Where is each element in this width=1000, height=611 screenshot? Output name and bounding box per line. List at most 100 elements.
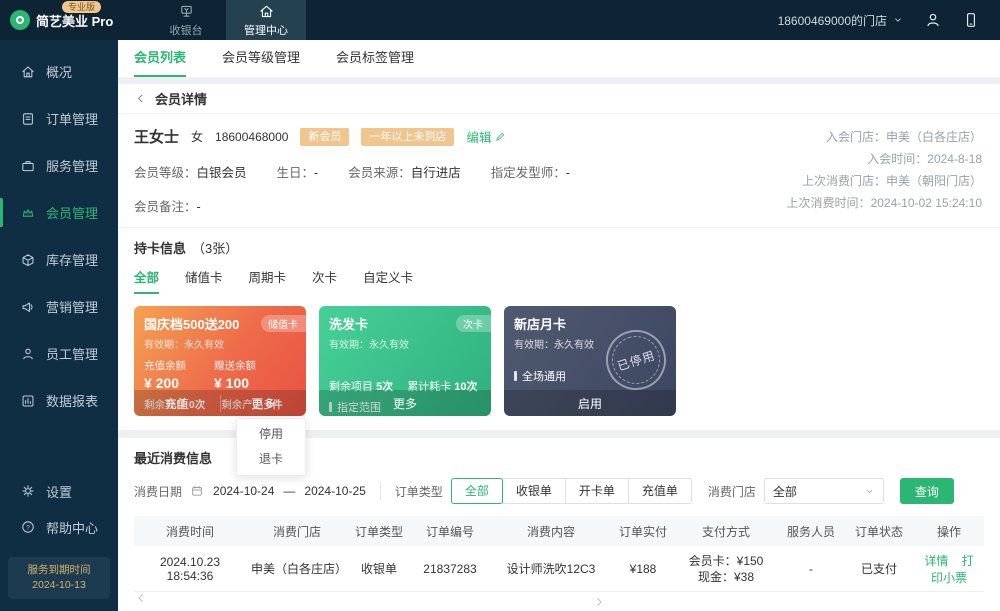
consumption-filters: 消费日期 2024-10-24 — 2024-10-25 订单类型 全部 收银单… <box>134 478 984 504</box>
mobile-app-button[interactable] <box>962 11 980 29</box>
order-type-all[interactable]: 全部 <box>451 478 503 504</box>
topbar: 简艺美业 Pro 专业版 收银台 管理中心 18600469000的门店 <box>0 0 1000 40</box>
store-selector[interactable]: 18600469000的门店 <box>778 12 904 29</box>
card-tab-count[interactable]: 次卡 <box>312 267 337 294</box>
store-info-line: 入会门店：申美（白各庄店） <box>787 126 982 148</box>
store-info-line: 上次消费时间：2024-10-02 15:24:10 <box>787 192 982 214</box>
app-logo-icon <box>10 10 30 30</box>
tab-member-labels[interactable]: 会员标签管理 <box>336 47 414 77</box>
menu-item-disable[interactable]: 停用 <box>237 422 305 447</box>
date-to[interactable]: 2024-10-25 <box>304 484 365 498</box>
cell-status: 已支付 <box>844 560 914 577</box>
enable-button[interactable]: 启用 <box>504 395 676 412</box>
cell-order-no: 21837283 <box>410 562 490 576</box>
app-window: 简艺美业 Pro 专业版 收银台 管理中心 18600469000的门店 <box>0 0 1000 611</box>
edition-badge: 专业版 <box>62 1 101 13</box>
service-expiry-date: 2024-10-13 <box>10 578 108 593</box>
chevron-down-icon <box>892 14 904 26</box>
more-button[interactable]: 更多 <box>319 395 491 412</box>
card-more-dropdown: 停用 退卡 <box>236 418 306 476</box>
main-content: 会员列表 会员等级管理 会员标签管理 会员详情 王女士 女 1860046800… <box>118 40 1000 611</box>
date-from[interactable]: 2024-10-24 <box>213 484 274 498</box>
member-store-info: 入会门店：申美（白各庄店） 入会时间：2024-8-18 上次消费门店：申美（朝… <box>787 126 982 215</box>
detail-link[interactable]: 详情 <box>924 554 948 568</box>
card-name: 洗发卡 <box>329 314 368 333</box>
menu-item-refund-card[interactable]: 退卡 <box>237 447 305 472</box>
card-type-badge: 储值卡 <box>261 315 306 332</box>
more-button[interactable]: 更多 <box>220 395 307 412</box>
card-tab-all[interactable]: 全部 <box>134 267 159 294</box>
sidebar-item-label: 营销管理 <box>46 297 98 316</box>
mobile-icon <box>962 11 980 29</box>
col-header: 服务人员 <box>778 523 844 540</box>
store-info-line: 入会时间：2024-8-18 <box>787 148 982 170</box>
sidebar-item-inventory[interactable]: 库存管理 <box>0 236 118 283</box>
member-detail-panel: 会员详情 王女士 女 18600468000 新会员 一年以上未到店 编辑 <box>118 84 1000 430</box>
sidebar-item-help[interactable]: 帮助中心 <box>0 509 118 545</box>
edit-member-button[interactable]: 编辑 <box>466 127 506 146</box>
member-field: 会员等级：白银会员 <box>134 162 247 181</box>
tab-member-levels[interactable]: 会员等级管理 <box>222 47 300 77</box>
service-expiry-label: 服务到期时间 <box>10 563 108 578</box>
chevron-left-icon <box>134 92 147 105</box>
sidebar-item-settings[interactable]: 设置 <box>0 473 118 509</box>
card-tab-stored-value[interactable]: 储值卡 <box>185 267 223 294</box>
card-name: 国庆档500送200 <box>144 314 239 333</box>
nav-cashier[interactable]: 收银台 <box>146 0 226 40</box>
cell-actions: 详情 打印小票 <box>914 552 984 586</box>
topbar-right: 18600469000的门店 <box>778 11 1000 29</box>
app-name: 简艺美业 Pro <box>36 11 113 30</box>
scroll-right-button[interactable] <box>592 594 606 609</box>
col-header: 订单状态 <box>844 523 914 540</box>
nav-cashier-label: 收银台 <box>170 22 203 38</box>
edit-label: 编辑 <box>466 127 491 146</box>
store-filter-select[interactable]: 全部 <box>764 478 884 504</box>
sidebar-item-orders[interactable]: 订单管理 <box>0 95 118 142</box>
query-button[interactable]: 查询 <box>900 478 954 504</box>
card-tab-custom[interactable]: 自定义卡 <box>363 267 413 294</box>
sidebar-item-label: 概况 <box>46 62 72 81</box>
calendar-icon <box>190 484 204 498</box>
store-selector-label: 18600469000的门店 <box>778 12 887 29</box>
nav-management-center[interactable]: 管理中心 <box>226 0 306 40</box>
account-button[interactable] <box>924 11 942 29</box>
cashier-icon <box>178 3 195 20</box>
cell-order-type: 收银单 <box>348 560 410 577</box>
sidebar-item-services[interactable]: 服务管理 <box>0 142 118 189</box>
pencil-icon <box>494 131 506 143</box>
order-type-open-card[interactable]: 开卡单 <box>565 478 629 504</box>
recharge-button[interactable]: 充值 <box>134 395 220 412</box>
store-filter-value: 全部 <box>773 483 797 500</box>
order-icon <box>20 111 36 127</box>
member-gender: 女 <box>191 128 203 145</box>
card-tab-period[interactable]: 周期卡 <box>249 267 287 294</box>
sidebar-item-members[interactable]: 会员管理 <box>0 189 118 236</box>
date-range-picker[interactable]: 2024-10-24 — 2024-10-25 <box>190 484 366 498</box>
member-field: 指定发型师：- <box>491 162 570 181</box>
sidebar-item-label: 设置 <box>46 482 72 501</box>
col-header: 支付方式 <box>674 523 778 540</box>
date-separator: — <box>283 484 295 498</box>
sidebar-item-overview[interactable]: 概况 <box>0 48 118 95</box>
order-type-recharge[interactable]: 充值单 <box>628 478 692 504</box>
card-validity: 有效期：永久有效 <box>144 336 296 351</box>
col-header: 订单编号 <box>410 523 490 540</box>
sidebar: 概况 订单管理 服务管理 会员管理 库存管理 营销管理 <box>0 40 118 611</box>
scroll-left-button[interactable] <box>134 590 148 605</box>
nav-management-center-label: 管理中心 <box>244 22 288 38</box>
sidebar-item-reports[interactable]: 数据报表 <box>0 377 118 424</box>
sidebar-item-staff[interactable]: 员工管理 <box>0 330 118 377</box>
table-header: 消费时间 消费门店 订单类型 订单编号 消费内容 订单实付 支付方式 服务人员 … <box>134 516 984 546</box>
card-gift-balance: 赠送余额 ¥ 100 <box>214 358 256 391</box>
order-type-cashier[interactable]: 收银单 <box>502 478 566 504</box>
order-type-label: 订单类型 <box>395 483 443 500</box>
tab-member-list[interactable]: 会员列表 <box>134 47 186 77</box>
cards-section: 持卡信息 （3张） 全部 储值卡 周期卡 次卡 自定义卡 <box>118 228 1000 430</box>
card-type-tabs: 全部 储值卡 周期卡 次卡 自定义卡 <box>134 267 984 294</box>
sidebar-item-label: 会员管理 <box>46 203 98 222</box>
col-header: 消费门店 <box>246 523 348 540</box>
sidebar-item-marketing[interactable]: 营销管理 <box>0 283 118 330</box>
store-filter-label: 消费门店 <box>708 483 756 500</box>
sidebar-item-label: 员工管理 <box>46 344 98 363</box>
back-button[interactable] <box>134 92 147 105</box>
